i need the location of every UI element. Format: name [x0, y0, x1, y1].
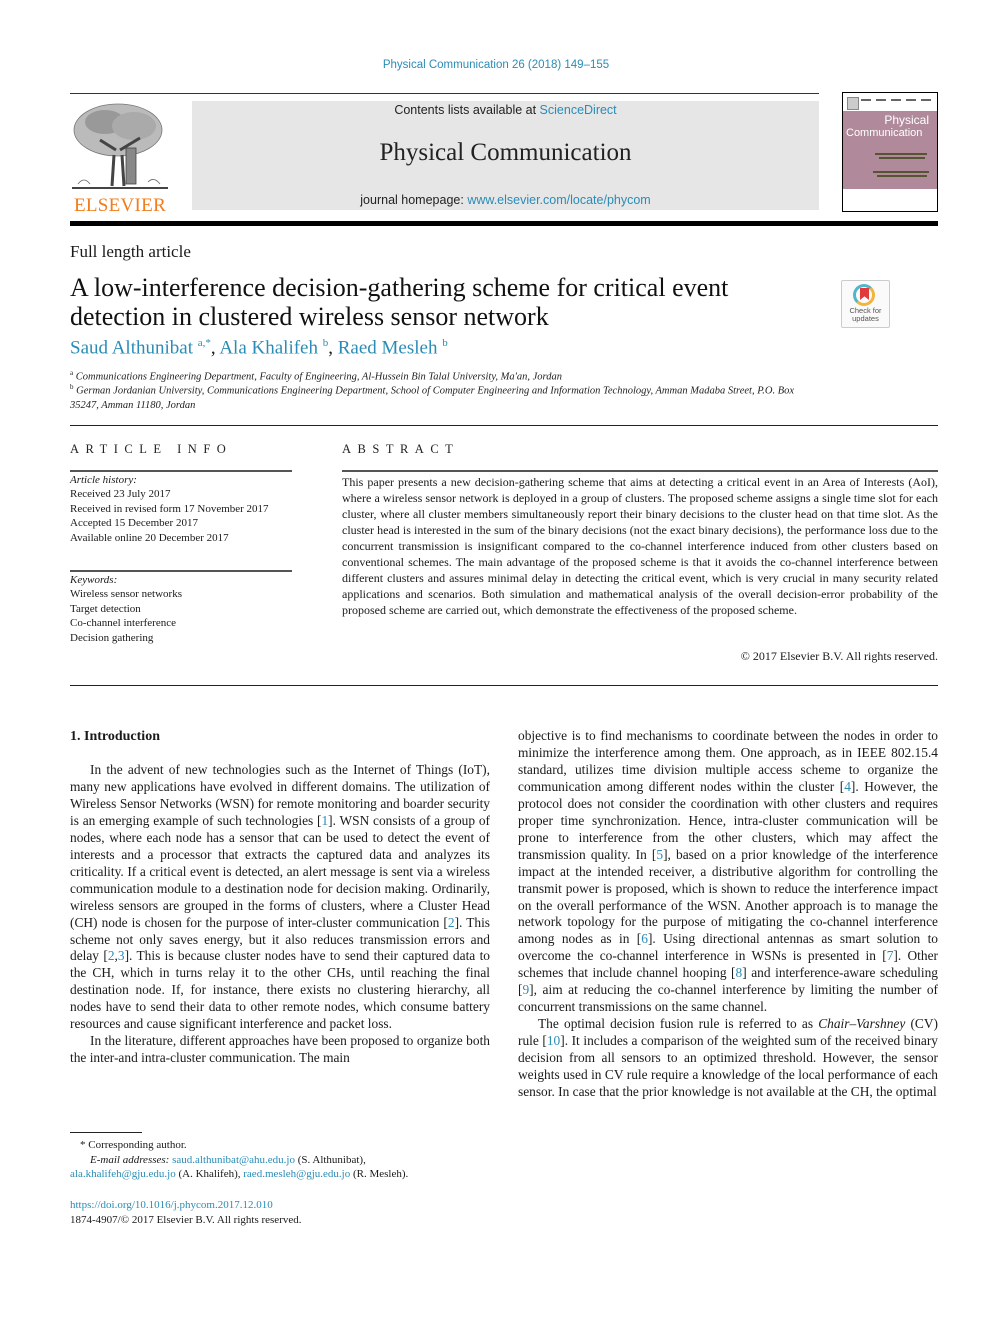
author-link[interactable]: Saud Althunibat — [70, 337, 193, 358]
check-for-updates-label: Check for updates — [849, 306, 882, 323]
affiliation-text: German Jordanian University, Communicati… — [70, 385, 795, 411]
elsevier-wordmark: ELSEVIER — [73, 195, 167, 216]
article-info-rule — [70, 470, 292, 472]
contents-line: Contents lists available at ScienceDirec… — [192, 103, 819, 117]
italic-term: Chair–Varshney — [818, 1016, 906, 1032]
affiliation-marker: a — [70, 369, 74, 377]
homepage-prefix: journal homepage: — [360, 193, 468, 207]
citation-link[interactable]: 3 — [118, 948, 125, 963]
journal-name[interactable]: Physical Communication — [192, 139, 819, 167]
article-history-label: Article history: — [70, 474, 137, 486]
abstract-copyright: © 2017 Elsevier B.V. All rights reserved… — [740, 649, 938, 663]
keyword-item[interactable]: Co-channel interference — [70, 616, 292, 630]
abstract-bottom-rule — [70, 685, 938, 686]
author-link[interactable]: Raed Mesleh — [338, 337, 438, 358]
article-type: Full length article — [70, 242, 191, 261]
homepage-line: journal homepage: www.elsevier.com/locat… — [192, 193, 819, 207]
citation-link[interactable]: 6 — [641, 931, 648, 946]
header-thick-rule — [70, 221, 938, 226]
email-label: E-mail addresses: — [90, 1153, 170, 1166]
body-text: The optimal decision fusion rule is refe… — [538, 1016, 819, 1032]
citation-link[interactable]: 2 — [108, 948, 115, 963]
email-link[interactable]: raed.mesleh@gju.edu.jo — [243, 1168, 350, 1180]
cover-text-line — [877, 175, 927, 177]
email-owner: (R. Mesleh). — [352, 1168, 409, 1180]
keyword-item[interactable]: Target detection — [70, 602, 292, 616]
elsevier-tree-icon — [72, 103, 168, 189]
cover-title-line1: Physical — [884, 113, 929, 127]
citation-link[interactable]: 4 — [844, 779, 851, 794]
cover-logo-icon — [847, 97, 859, 110]
article-title: A low-interference decision-gathering sc… — [70, 273, 729, 331]
elsevier-logo[interactable]: ELSEVIER — [70, 100, 170, 216]
email-line: ala.khalifeh@gju.edu.jo (A. Khalifeh), r… — [70, 1167, 500, 1182]
cover-text-line — [879, 157, 925, 159]
citation-link[interactable]: 10 — [547, 1033, 560, 1048]
doi-link[interactable]: https://doi.org/10.1016/j.phycom.2017.12… — [70, 1198, 302, 1213]
cover-text-line — [875, 153, 927, 155]
footnote-star: * — [80, 1139, 86, 1151]
right-column-text: objective is to find mechanisms to coord… — [518, 728, 938, 1101]
journal-cover-image[interactable]: Physical Communication — [842, 92, 938, 212]
author-affiliation-marker[interactable]: b — [442, 337, 448, 349]
body-text: In the literature, different approaches … — [70, 1033, 490, 1066]
body-paragraph: objective is to find mechanisms to coord… — [518, 728, 938, 1016]
cover-text-line — [873, 171, 929, 173]
keyword-item[interactable]: Wireless sensor networks — [70, 587, 292, 601]
email-owner: (S. Althunibat), — [297, 1153, 366, 1166]
issn-copyright: 1874-4907/© 2017 Elsevier B.V. All right… — [70, 1213, 302, 1226]
header-rule — [70, 93, 819, 94]
body-text: ]. This is because cluster nodes have to… — [70, 948, 490, 1032]
footnote-rule — [70, 1132, 142, 1133]
email-line: E-mail addresses: saud.althunibat@ahu.ed… — [70, 1153, 500, 1168]
journal-banner: Contents lists available at ScienceDirec… — [192, 101, 819, 210]
abstract-rule — [342, 470, 938, 472]
corresponding-author-note: * Corresponding author. — [70, 1138, 500, 1153]
history-item: Accepted 15 December 2017 — [70, 517, 198, 530]
keyword-item[interactable]: Decision gathering — [70, 631, 292, 645]
keywords-block: Keywords: Wireless sensor networks Targe… — [70, 573, 292, 645]
sciencedirect-link[interactable]: ScienceDirect — [540, 103, 617, 117]
keywords-rule — [70, 570, 292, 572]
abstract-text: This paper presents a new decision-gathe… — [342, 475, 938, 617]
journal-reference[interactable]: Physical Communication 26 (2018) 149–155 — [0, 59, 992, 71]
left-column-text: In the advent of new technologies such a… — [70, 762, 490, 1067]
body-text: ], aim at reducing the co-channel interf… — [518, 982, 938, 1015]
history-item: Available online 20 December 2017 — [70, 531, 229, 544]
history-item: Received 23 July 2017 — [70, 488, 171, 501]
section-title-introduction: 1. Introduction — [70, 729, 160, 744]
body-paragraph: In the advent of new technologies such a… — [70, 762, 490, 1033]
body-text: ]. It includes a comparison of the weigh… — [518, 1033, 938, 1100]
citation-link[interactable]: 2 — [448, 915, 455, 930]
journal-homepage-link[interactable]: www.elsevier.com/locate/phycom — [467, 193, 650, 207]
author-link[interactable]: Ala Khalifeh — [219, 337, 318, 358]
cover-title-line2: Communication — [846, 127, 923, 139]
keywords-label: Keywords: — [70, 574, 118, 586]
abstract-heading: ABSTRACT — [342, 442, 460, 456]
cover-top-line — [861, 99, 933, 101]
author-affiliation-marker[interactable]: a,* — [198, 337, 211, 349]
corresponding-text: Corresponding author. — [88, 1139, 187, 1151]
body-paragraph: In the literature, different approaches … — [70, 1033, 490, 1067]
footnote: * Corresponding author. E-mail addresses… — [70, 1138, 500, 1182]
info-top-rule — [70, 425, 938, 426]
author-list: Saud Althunibat a,*, Ala Khalifeh b, Rae… — [70, 337, 448, 359]
body-text: ]. WSN consists of a group of nodes, whe… — [70, 812, 490, 930]
article-history: Article history: Received 23 July 2017 R… — [70, 473, 292, 545]
email-owner: (A. Khalifeh), — [178, 1168, 241, 1180]
affiliation-marker: b — [70, 383, 74, 391]
doi-block: https://doi.org/10.1016/j.phycom.2017.12… — [70, 1198, 302, 1227]
email-link[interactable]: saud.althunibat@ahu.edu.jo — [172, 1154, 295, 1166]
email-link[interactable]: ala.khalifeh@gju.edu.jo — [70, 1168, 176, 1180]
check-for-updates-button[interactable]: Check for updates — [841, 280, 890, 328]
body-paragraph: The optimal decision fusion rule is refe… — [518, 1016, 938, 1101]
history-item: Received in revised form 17 November 201… — [70, 502, 269, 515]
contents-prefix: Contents lists available at — [394, 103, 540, 117]
affiliation-b: b German Jordanian University, Communica… — [70, 380, 822, 413]
article-info-heading: ARTICLE INFO — [70, 442, 233, 456]
